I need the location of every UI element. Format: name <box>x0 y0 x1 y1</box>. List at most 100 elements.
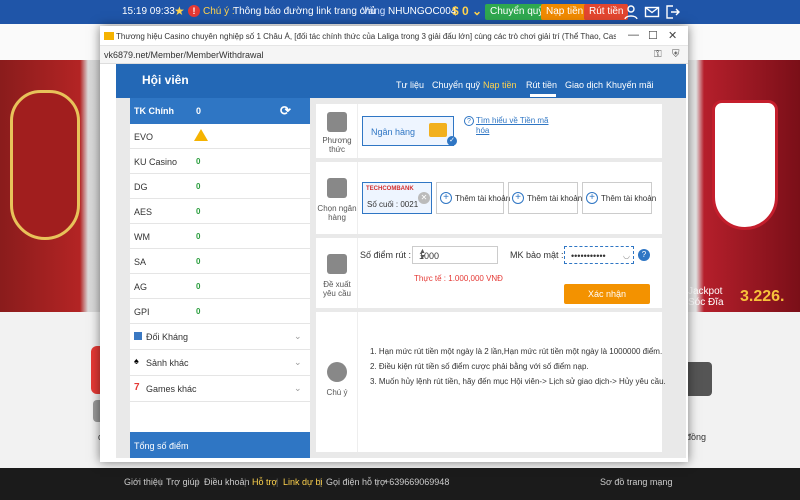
maximize-icon[interactable]: ☐ <box>648 29 658 42</box>
wallet-name: EVO <box>134 132 154 142</box>
mail-icon[interactable] <box>644 4 660 20</box>
points-label: Số điểm rút : <box>360 250 412 260</box>
stepper-icon[interactable]: ▲ ▼ <box>419 248 493 261</box>
user-icon[interactable] <box>623 4 639 20</box>
sevilla-crest-image <box>712 100 778 230</box>
notes-section-label: Chú ý <box>326 388 348 397</box>
add-account-button[interactable]: + Thêm tài khoản <box>508 182 582 214</box>
footer-link-backup[interactable]: Link dự bị <box>283 477 323 487</box>
tab-transfer[interactable]: Chuyển quỹ <box>432 80 480 90</box>
balance-value: $ 0 <box>452 4 469 18</box>
bank-side: Chọn ngân hàng <box>316 162 358 234</box>
top-bar: 15:19 09:33 ★ ! Chú ý : Thông báo đường … <box>0 0 800 24</box>
wallet-group-versus[interactable]: Đối Kháng ⌄ <box>130 324 310 350</box>
plus-icon: + <box>512 192 524 204</box>
osasuna-crest-image <box>10 90 80 240</box>
notice-text[interactable]: Thông báo đường link trang chủ <box>233 6 376 17</box>
wallet-name: AES <box>134 207 153 217</box>
crypto-info-link[interactable]: ? Tìm hiểu về Tiền mã hóa <box>464 116 556 136</box>
add-account-button[interactable]: + Thêm tài khoản <box>582 182 656 214</box>
add-account-button[interactable]: + Thêm tài khoản <box>436 182 510 214</box>
method-side: Phương thức <box>316 104 358 158</box>
star-icon[interactable]: ★ <box>174 4 185 18</box>
wallet-row: SA 0 <box>130 249 310 274</box>
logout-icon[interactable] <box>664 4 680 20</box>
window-titlebar: Thương hiệu Casino chuyên nghiệp số 1 Ch… <box>100 26 688 46</box>
tab-withdraw[interactable]: Rút tiền <box>526 80 557 90</box>
close-icon[interactable]: ✕ <box>668 29 677 42</box>
clock: 15:19 09:33 <box>122 6 175 17</box>
key-icon[interactable]: ⚿ <box>654 49 662 60</box>
bank-card-icon <box>429 123 447 137</box>
points-input[interactable]: 1000 ▲ ▼ <box>412 246 498 264</box>
wallet-name: SA <box>134 257 147 267</box>
confirm-button[interactable]: Xác nhận <box>564 284 650 304</box>
notes-section: Chú ý 1. Hạn mức rút tiền một ngày là 2 … <box>316 312 666 452</box>
password-input[interactable]: ••••••••••• ◡ <box>564 246 634 264</box>
remove-icon[interactable]: ✕ <box>418 192 430 204</box>
footer: Giới thiệu | Trợ giúp | Điều khoản | Hỗ … <box>0 468 800 500</box>
bank-icon <box>327 178 347 198</box>
crypto-info-text: Tìm hiểu về Tiền mã hóa <box>476 116 549 135</box>
wallet-value: 0 <box>196 282 201 291</box>
request-section-label: Đề xuất yêu cầu <box>322 280 352 298</box>
tab-transactions[interactable]: Giao dịch <box>565 80 603 90</box>
eye-icon[interactable]: ◡ <box>623 251 630 260</box>
tab-promotions[interactable]: Khuyến mãi <box>606 80 654 90</box>
footer-link-terms[interactable]: Điều khoản <box>204 477 250 487</box>
footer-link-sitemap[interactable]: Sơ đồ trang mạng <box>600 477 672 487</box>
notice-label: Chú ý : <box>203 6 235 17</box>
minimize-icon[interactable]: — <box>628 29 639 41</box>
wallet-value: 0 <box>196 232 201 241</box>
active-tab-indicator <box>530 94 556 97</box>
footer-phone[interactable]: +639669069948 <box>384 477 449 487</box>
wallet-row: DG 0 <box>130 174 310 199</box>
help-icon[interactable]: ? <box>638 249 650 261</box>
footer-separator: | <box>244 477 247 487</box>
question-icon: ? <box>464 116 474 126</box>
footer-link-help[interactable]: Trợ giúp <box>166 477 200 487</box>
footer-link-intro[interactable]: Giới thiệu <box>124 477 163 487</box>
wallet-group-other-lobby[interactable]: ♠ Sảnh khác ⌄ <box>130 350 310 376</box>
wallet-group-label: Đối Kháng <box>146 332 189 342</box>
tab-profile[interactable]: Tư liệu <box>396 80 424 90</box>
game-thumb[interactable] <box>684 362 712 396</box>
bank-section-label: Chọn ngân hàng <box>317 204 357 222</box>
transfer-button[interactable]: Chuyển quỹ <box>485 4 549 20</box>
password-value: ••••••••••• <box>571 251 606 261</box>
techcombank-logo: TECHCOMBANK <box>366 186 414 192</box>
wallet-group-label: Sảnh khác <box>146 358 189 368</box>
note-item: 2. Điều kiện rút tiền số điểm cược phải … <box>370 362 589 371</box>
notes-list: 1. Hạn mức rút tiền một ngày là 2 lần,Hạ… <box>370 346 670 391</box>
warning-icon <box>194 129 208 141</box>
form-icon <box>327 254 347 274</box>
page-title: Hội viên <box>142 73 189 87</box>
wallet-row: AES 0 <box>130 199 310 224</box>
request-side: Đề xuất yêu cầu <box>316 238 358 308</box>
total-points-label: Tổng số điểm <box>134 441 189 451</box>
footer-link-support[interactable]: Hỗ trợ <box>252 477 277 487</box>
bank-account-selected[interactable]: TECHCOMBANK Số cuối : 0021 ✕ <box>362 182 432 214</box>
address-bar[interactable]: vk6879.net/Member/MemberWithdrawal ⚿ ⛨ <box>100 46 688 64</box>
withdraw-button[interactable]: Rút tiền <box>584 4 629 20</box>
method-section: Phương thức Ngân hàng ✓ ? Tìm hiểu về Ti… <box>316 104 662 158</box>
deposit-button[interactable]: Nạp tiền <box>541 4 589 20</box>
check-icon: ✓ <box>447 136 457 146</box>
bulb-icon <box>327 362 347 382</box>
refresh-icon[interactable]: ⟳ <box>280 103 291 119</box>
method-bank-option[interactable]: Ngân hàng ✓ <box>362 116 457 146</box>
footer-separator: | <box>319 477 322 487</box>
balance[interactable]: $ 0 ⌄ <box>452 4 482 18</box>
shield-icon[interactable]: ⛨ <box>672 49 680 60</box>
plus-icon: + <box>586 192 598 204</box>
jackpot-label: Jackpot Sóc Đĩa <box>688 286 724 308</box>
tab-deposit[interactable]: Nạp tiền <box>483 80 517 90</box>
add-account-label: Thêm tài khoản <box>527 194 583 203</box>
wallet-row: AG 0 <box>130 274 310 299</box>
wallet-row: WM 0 <box>130 224 310 249</box>
chevron-down-icon: ⌄ <box>294 383 302 393</box>
spade-icon: ♠ <box>134 356 139 366</box>
wallet-group-other-games[interactable]: 7 Games khác ⌄ <box>130 376 310 402</box>
wallet-name: DG <box>134 182 148 192</box>
wallet-panel: TK Chính 0 ⟳ EVO KU Casino 0 DG 0 AES 0 … <box>130 98 310 458</box>
